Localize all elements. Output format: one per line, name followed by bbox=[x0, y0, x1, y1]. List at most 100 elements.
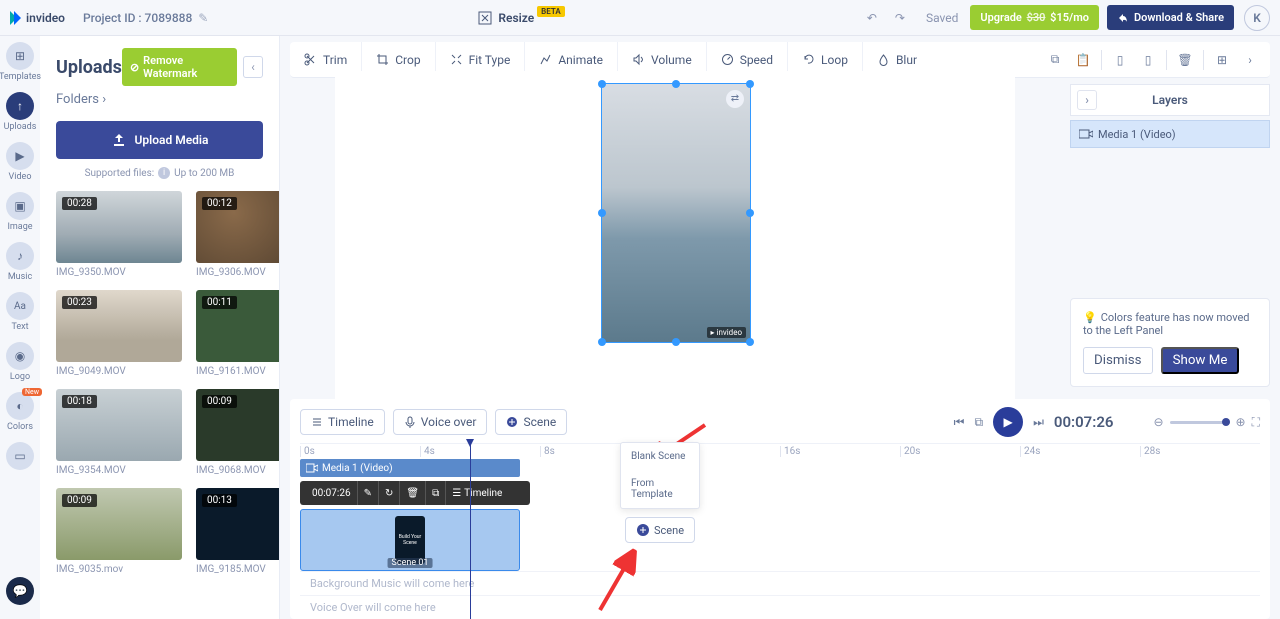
loop-icon bbox=[802, 53, 815, 66]
resize-handle[interactable] bbox=[746, 338, 754, 346]
scissors-icon bbox=[304, 53, 317, 66]
scene-clip[interactable]: Build Your Scene Scene 01 bbox=[300, 509, 520, 571]
rail-help[interactable]: 💬 bbox=[0, 577, 40, 607]
clip-delete-button[interactable]: 🗑 bbox=[399, 481, 425, 505]
fit-icon bbox=[450, 53, 463, 66]
sliders-icon bbox=[311, 416, 323, 428]
voiceover-track[interactable]: Voice Over will come here bbox=[300, 595, 1260, 619]
grid-button[interactable]: ⊞ bbox=[1208, 46, 1236, 74]
collapse-layers-button[interactable]: › bbox=[1077, 90, 1097, 110]
prev-frame-button[interactable]: ⏮ bbox=[954, 415, 965, 430]
clip-edit-button[interactable]: ✎ bbox=[357, 481, 378, 505]
download-share-button[interactable]: Download & Share bbox=[1107, 5, 1234, 30]
media-thumb[interactable]: 00:28IMG_9350.MOV bbox=[56, 191, 182, 278]
supported-files-text: Supported files:iUp to 200 MB bbox=[56, 167, 263, 179]
clip-time: 00:07:26 bbox=[306, 481, 357, 505]
clip-timeline-button[interactable]: ☰ Timeline bbox=[445, 481, 508, 505]
volume-icon bbox=[632, 53, 645, 66]
next-button[interactable]: › bbox=[1236, 46, 1264, 74]
resize-handle[interactable] bbox=[672, 80, 680, 88]
next-frame-button[interactable]: ⏭ bbox=[1033, 415, 1044, 430]
media-thumb[interactable]: 00:23IMG_9049.MOV bbox=[56, 290, 182, 377]
media-thumb[interactable]: 00:12IMG_9306.MOV bbox=[196, 191, 280, 278]
collapse-sidebar-button[interactable]: ‹ bbox=[243, 56, 263, 78]
remove-watermark-button[interactable]: Remove Watermark bbox=[122, 48, 237, 86]
layers-header: › Layers bbox=[1070, 84, 1270, 116]
paste-button[interactable]: 📋 bbox=[1069, 46, 1097, 74]
rail-music[interactable]: ♪Music bbox=[0, 242, 40, 282]
media-thumb[interactable]: 00:18IMG_9354.MOV bbox=[56, 389, 182, 476]
rail-uploads[interactable]: ↑Uploads bbox=[0, 92, 40, 132]
rail-video[interactable]: ▶Video bbox=[0, 142, 40, 182]
layer-item[interactable]: Media 1 (Video) bbox=[1070, 120, 1270, 148]
canvas[interactable]: ⇄ ▸ invideo bbox=[280, 78, 1070, 393]
rail-more[interactable]: ▭ bbox=[0, 442, 40, 472]
media-track[interactable]: Media 1 (Video) bbox=[300, 459, 520, 477]
bg-music-track[interactable]: Background Music will come here bbox=[300, 571, 1260, 595]
playhead[interactable] bbox=[470, 439, 471, 619]
rail-logo[interactable]: ◉Logo bbox=[0, 342, 40, 382]
add-scene-popup-button[interactable]: Scene bbox=[625, 517, 695, 543]
play-button[interactable]: ▶ bbox=[993, 407, 1023, 437]
selected-media[interactable]: ⇄ ▸ invideo bbox=[601, 83, 751, 343]
media-thumb[interactable]: 00:09IMG_9068.MOV bbox=[196, 389, 280, 476]
editor-area: Trim Crop Fit Type Animate Volume Speed … bbox=[280, 36, 1280, 619]
scene-preview: Build Your Scene bbox=[395, 516, 425, 564]
timeline-toggle-button[interactable]: Timeline bbox=[300, 409, 385, 435]
voiceover-button[interactable]: Voice over bbox=[393, 409, 488, 435]
clip-refresh-button[interactable]: ↻ bbox=[378, 481, 399, 505]
delete-button[interactable]: 🗑 bbox=[1171, 46, 1199, 74]
zoom-fit-button[interactable]: ⛶ bbox=[1252, 415, 1260, 430]
canvas-watermark: ▸ invideo bbox=[707, 327, 747, 338]
resize-handle[interactable] bbox=[672, 338, 680, 346]
plus-circle-icon bbox=[506, 416, 518, 428]
folders-breadcrumb[interactable]: Folders › bbox=[56, 92, 263, 107]
resize-handle[interactable] bbox=[746, 80, 754, 88]
nav-rail: ⊞Templates ↑Uploads ▶Video ▣Image ♪Music… bbox=[0, 36, 40, 619]
align-center-button[interactable]: ▯ bbox=[1134, 46, 1162, 74]
bulb-icon: 💡 bbox=[1083, 311, 1097, 324]
undo-button[interactable]: ↶ bbox=[858, 4, 886, 32]
media-thumb[interactable]: 00:13IMG_9185.MOV bbox=[196, 488, 280, 575]
resize-handle[interactable] bbox=[598, 209, 606, 217]
upgrade-button[interactable]: Upgrade $30 $15/mo bbox=[970, 5, 1099, 30]
logo[interactable]: invideo bbox=[10, 11, 65, 25]
copy-button[interactable]: ⧉ bbox=[1041, 46, 1069, 74]
info-icon[interactable]: i bbox=[158, 167, 170, 179]
animate-icon bbox=[539, 53, 552, 66]
layers-panel: › Layers Media 1 (Video) bbox=[1070, 84, 1270, 148]
redo-button[interactable]: ↷ bbox=[886, 4, 914, 32]
clip-duplicate-button[interactable]: ⧉ bbox=[425, 481, 445, 505]
resize-handle[interactable] bbox=[746, 209, 754, 217]
resize-button[interactable]: Resize BETA bbox=[478, 11, 564, 25]
share-icon bbox=[1117, 12, 1129, 24]
dismiss-button[interactable]: Dismiss bbox=[1083, 347, 1153, 374]
show-me-button[interactable]: Show Me bbox=[1161, 347, 1240, 374]
text-icon: Aa bbox=[6, 292, 34, 320]
media-thumb[interactable]: 00:11IMG_9161.MOV bbox=[196, 290, 280, 377]
resize-handle[interactable] bbox=[598, 80, 606, 88]
edit-project-icon[interactable]: ✎ bbox=[198, 11, 208, 25]
user-avatar[interactable]: K bbox=[1244, 5, 1270, 31]
align-left-button[interactable]: ▯ bbox=[1106, 46, 1134, 74]
upload-media-button[interactable]: Upload Media bbox=[56, 121, 263, 159]
rail-text[interactable]: AaText bbox=[0, 292, 40, 332]
menu-blank-scene[interactable]: Blank Scene bbox=[621, 443, 699, 470]
rail-image[interactable]: ▣Image bbox=[0, 192, 40, 232]
right-panel: › Layers Media 1 (Video) 💡Colors feature… bbox=[1070, 78, 1280, 393]
swap-icon[interactable]: ⇄ bbox=[726, 90, 744, 108]
zoom-out-button[interactable]: ⊖ bbox=[1153, 415, 1163, 429]
loop-playback-button[interactable]: ⧉ bbox=[974, 415, 983, 430]
logo-icon bbox=[14, 11, 21, 25]
rail-colors[interactable]: New◐Colors bbox=[0, 392, 40, 432]
zoom-slider[interactable] bbox=[1170, 421, 1230, 424]
resize-handle[interactable] bbox=[598, 338, 606, 346]
menu-from-template[interactable]: From Template bbox=[621, 470, 699, 508]
zoom-in-button[interactable]: ⊕ bbox=[1236, 415, 1246, 429]
video-layer-icon bbox=[1079, 128, 1093, 140]
media-thumb[interactable]: 00:09IMG_9035.mov bbox=[56, 488, 182, 575]
add-scene-button[interactable]: Scene bbox=[495, 409, 567, 435]
rail-templates[interactable]: ⊞Templates bbox=[0, 42, 40, 82]
media-grid: 00:28IMG_9350.MOV 00:12IMG_9306.MOV 00:2… bbox=[56, 191, 263, 575]
playback-time: 00:07:26 bbox=[1054, 413, 1114, 431]
